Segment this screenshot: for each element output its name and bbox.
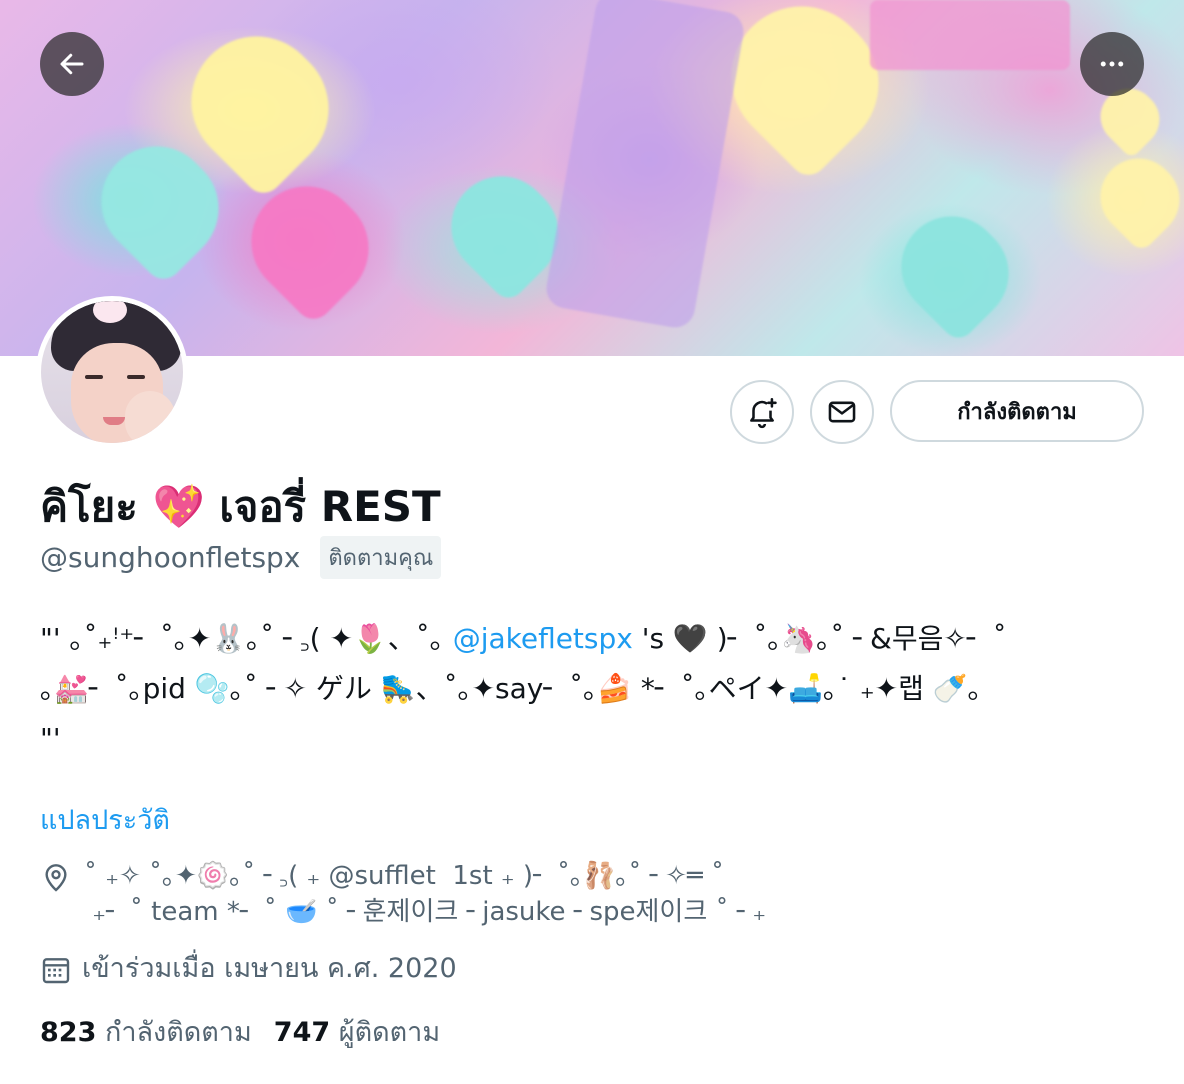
location-text: ˚ ₊✧ ˚｡✦🍥｡˚ ╴꜆( ₊ @sufflet 1st ₊ )╴ ˚｡🩰｡… bbox=[84, 861, 767, 927]
username-handle: @sunghoonfletspx bbox=[40, 541, 301, 574]
notifications-button[interactable] bbox=[730, 380, 794, 444]
following-button[interactable]: กำลังติดตาม bbox=[890, 380, 1144, 442]
following-count: 823 bbox=[40, 1017, 97, 1048]
location-pin-icon bbox=[45, 864, 67, 892]
display-name: คิโยะ 💖 เจอรี่ REST bbox=[40, 482, 441, 531]
bell-plus-icon bbox=[750, 397, 777, 429]
bio-text: "' ｡˚₊ꜝ⁺╴ ˚｡✦🐰｡˚ ╴꜆( ✦🌷、˚｡ bbox=[40, 622, 444, 655]
more-horizontal-icon bbox=[1100, 61, 1124, 67]
following-link[interactable]: 823 กำลังติดตาม bbox=[40, 1010, 252, 1053]
followers-count: 747 bbox=[273, 1017, 331, 1048]
bio-text: 's 🖤 )╴ ˚｡🦄｡˚ ╴&무음✧╴ ˚ bbox=[632, 622, 1007, 655]
message-button[interactable] bbox=[810, 380, 874, 444]
avatar-eye bbox=[85, 375, 103, 379]
banner-decoration bbox=[1084, 142, 1184, 254]
avatar-accessory bbox=[93, 301, 127, 323]
bio-text: ｡💒╴ ˚｡pid 🫧｡˚ ╴✧ ゲル 🛼、˚｡✦say╴ ˚｡🍰 *╴ ˚｡ペ… bbox=[40, 672, 982, 705]
avatar-eye bbox=[127, 375, 145, 379]
joined-text: เข้าร่วมเมื่อ เมษายน ค.ศ. 2020 bbox=[82, 953, 457, 984]
follows-you-badge: ติดตามคุณ bbox=[320, 536, 442, 579]
following-label: กำลังติดตาม bbox=[104, 1017, 252, 1048]
more-button[interactable] bbox=[1080, 32, 1144, 96]
profile-banner[interactable] bbox=[0, 0, 1184, 356]
profile-bio: "' ｡˚₊ꜝ⁺╴ ˚｡✦🐰｡˚ ╴꜆( ✦🌷、˚｡ @jakefletspx … bbox=[40, 614, 1160, 764]
banner-decoration bbox=[870, 0, 1070, 70]
arrow-left-icon bbox=[60, 53, 84, 75]
translate-bio-link[interactable]: แปลประวัติ bbox=[40, 798, 170, 841]
profile-joined-date: เข้าร่วมเมื่อ เมษายน ค.ศ. 2020 bbox=[40, 946, 457, 989]
banner-decoration bbox=[880, 195, 1030, 345]
calendar-icon bbox=[42, 957, 70, 983]
avatar[interactable] bbox=[36, 296, 188, 448]
back-button[interactable] bbox=[40, 32, 104, 96]
profile-location: ˚ ₊✧ ˚｡✦🍥｡˚ ╴꜆( ₊ @sufflet 1st ₊ )╴ ˚｡🩰｡… bbox=[40, 858, 1140, 930]
follow-stats: 823 กำลังติดตาม 747 ผู้ติดตาม bbox=[40, 1010, 440, 1053]
handle-row: @sunghoonfletspx ติดตามคุณ bbox=[40, 536, 442, 579]
banner-decoration bbox=[543, 0, 747, 331]
bio-text: "' bbox=[40, 722, 61, 755]
avatar-hand bbox=[125, 391, 175, 443]
bio-mention-link[interactable]: @jakefletspx bbox=[453, 622, 633, 655]
followers-link[interactable]: 747 ผู้ติดตาม bbox=[274, 1010, 440, 1053]
followers-label: ผู้ติดตาม bbox=[338, 1017, 441, 1048]
envelope-icon bbox=[828, 401, 856, 423]
